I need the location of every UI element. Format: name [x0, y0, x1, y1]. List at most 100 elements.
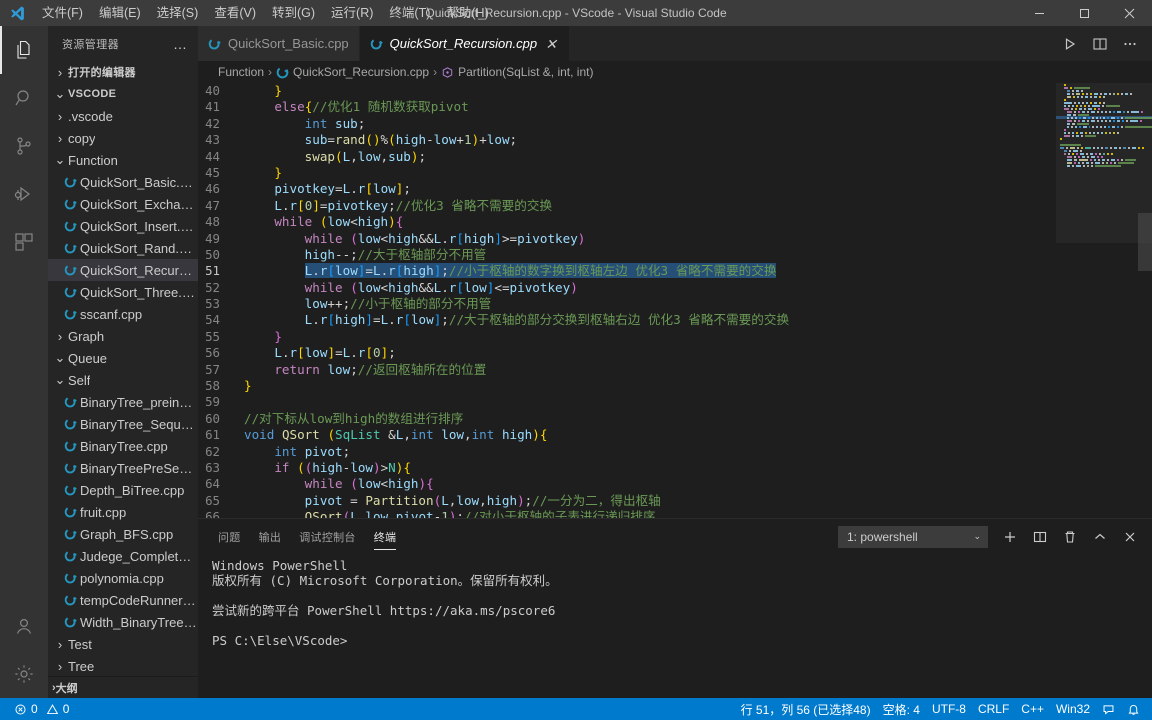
split-terminal-icon[interactable] [1026, 523, 1054, 551]
run-icon[interactable] [1056, 26, 1084, 61]
panel-actions[interactable]: 1: powershell ⌄ [838, 523, 1152, 551]
status-feedback[interactable] [1096, 698, 1121, 720]
tree-folder[interactable]: › copy [48, 127, 198, 149]
code-line[interactable]: 64 while (low<high){ [198, 476, 1056, 492]
window-controls[interactable] [1017, 0, 1152, 26]
code-line[interactable]: 46 pivotkey=L.r[low]; [198, 181, 1056, 197]
editor-tab[interactable]: QuickSort_Basic.cpp [198, 26, 360, 61]
activity-source-control[interactable] [0, 122, 48, 170]
activity-search[interactable] [0, 74, 48, 122]
activity-settings[interactable] [0, 650, 48, 698]
tree-file[interactable]: QuickSort_Three.cpp [48, 281, 198, 303]
code-line[interactable]: 40 } [198, 83, 1056, 99]
code-line[interactable]: 43 sub=rand()%(high-low+1)+low; [198, 132, 1056, 148]
tree-file[interactable]: QuickSort_Recursion... [48, 259, 198, 281]
close-button[interactable] [1107, 0, 1152, 26]
outline-section[interactable]: › 大纲 [48, 676, 198, 698]
status-eol[interactable]: CRLF [972, 698, 1015, 720]
code-line[interactable]: 55 } [198, 329, 1056, 345]
code-lines[interactable]: 40 } 41 else{//优化1 随机数获取pivot 42 int sub; 4… [198, 83, 1056, 518]
menu-go[interactable]: 转到(G) [264, 0, 323, 26]
code-line[interactable]: 58} [198, 378, 1056, 394]
tree-folder[interactable]: › Graph [48, 325, 198, 347]
tree-file[interactable]: BinaryTree_preinput.... [48, 391, 198, 413]
status-language-mode[interactable]: C++ [1015, 698, 1050, 720]
editor-scrollbar[interactable] [1138, 213, 1152, 271]
breadcrumb-item-symbol[interactable]: Partition(SqList &, int, int) [441, 65, 593, 79]
tree-file[interactable]: QuickSort_Basic.cpp [48, 171, 198, 193]
editor-tabs[interactable]: QuickSort_Basic.cpp QuickSort_Recursion.c… [198, 26, 571, 61]
panel-tabs[interactable]: 问题 输出 调试控制台 终端 [218, 519, 414, 554]
tree-file[interactable]: fruit.cpp [48, 501, 198, 523]
workspace-root-section[interactable]: ⌄ VSCODE [48, 83, 198, 105]
code-line[interactable]: 47 L.r[0]=pivotkey;//优化3 省略不需要的交换 [198, 198, 1056, 214]
activity-extensions[interactable] [0, 218, 48, 266]
activity-explorer[interactable] [0, 26, 48, 74]
menu-terminal[interactable]: 终端(T) [381, 0, 438, 26]
minimap[interactable] [1056, 83, 1152, 518]
menu-view[interactable]: 查看(V) [206, 0, 264, 26]
code-line[interactable]: 44 swap(L,low,sub); [198, 149, 1056, 165]
tree-folder[interactable]: › Test [48, 633, 198, 655]
activity-bar[interactable] [0, 26, 48, 698]
open-editors-section[interactable]: › 打开的编辑器 [48, 61, 198, 83]
breadcrumb-item-file[interactable]: QuickSort_Recursion.cpp [276, 65, 429, 79]
status-problems[interactable]: 0 0 [8, 698, 75, 720]
code-line[interactable]: 61 void QSort (SqList &L,int low,int high… [198, 427, 1056, 443]
terminal-select[interactable]: 1: powershell ⌄ [838, 525, 988, 548]
tree-folder[interactable]: ⌄ Function [48, 149, 198, 171]
code-line[interactable]: 52 while (low<high&&L.r[low]<=pivotkey) [198, 280, 1056, 296]
status-cursor-position[interactable]: 行 51，列 56 (已选择48) [735, 698, 877, 720]
tree-folder[interactable]: ⌄ Self [48, 369, 198, 391]
tree-file[interactable]: QuickSort_Exchange... [48, 193, 198, 215]
tree-file[interactable]: Depth_BiTree.cpp [48, 479, 198, 501]
menu-edit[interactable]: 编辑(E) [91, 0, 149, 26]
status-notifications[interactable] [1121, 698, 1146, 720]
editor-content[interactable]: 40 } 41 else{//优化1 随机数获取pivot 42 int sub; 4… [198, 83, 1152, 518]
code-line[interactable]: 48 while (low<high){ [198, 214, 1056, 230]
terminal-output[interactable]: Windows PowerShell 版权所有 (C) Microsoft Cor… [198, 554, 1152, 698]
menu-help[interactable]: 帮助(H) [438, 0, 496, 26]
tree-file[interactable]: Graph_BFS.cpp [48, 523, 198, 545]
maximize-button[interactable] [1062, 0, 1107, 26]
code-line[interactable]: 56 L.r[low]=L.r[0]; [198, 345, 1056, 361]
close-panel-icon[interactable] [1116, 523, 1144, 551]
breadcrumb[interactable]: Function › QuickSort_Recursion.cpp › Par… [198, 61, 1152, 83]
code-line[interactable]: 42 int sub; [198, 116, 1056, 132]
tree-file[interactable]: polynomia.cpp [48, 567, 198, 589]
code-line[interactable]: 49 while (low<high&&L.r[high]>=pivotkey) [198, 231, 1056, 247]
menu-file[interactable]: 文件(F) [34, 0, 91, 26]
panel-tab[interactable]: 调试控制台 [299, 519, 356, 554]
new-terminal-icon[interactable] [996, 523, 1024, 551]
activity-accounts[interactable] [0, 602, 48, 650]
code-line[interactable]: 62 int pivot; [198, 444, 1056, 460]
tree-file[interactable]: BinaryTree_Sequenc... [48, 413, 198, 435]
code-line[interactable]: 57 return low;//返回枢轴所在的位置 [198, 362, 1056, 378]
tree-file[interactable]: QuickSort_Rand.cpp [48, 237, 198, 259]
tree-folder[interactable]: ⌄ Queue [48, 347, 198, 369]
tree-file[interactable]: BinaryTreePreSeqInp... [48, 457, 198, 479]
file-tree[interactable]: › .vscode › copy ⌄ Function QuickSort_Basic.cp… [48, 105, 198, 676]
code-line[interactable]: 51 L.r[low]=L.r[high];//小于枢轴的数字换到枢轴左边 优化… [198, 263, 1056, 279]
activity-run-debug[interactable] [0, 170, 48, 218]
code-line[interactable]: 53 low++;//小于枢轴的部分不用管 [198, 296, 1056, 312]
status-indentation[interactable]: 空格: 4 [877, 698, 926, 720]
tree-file[interactable]: Width_BinaryTree.cpp [48, 611, 198, 633]
minimize-button[interactable] [1017, 0, 1062, 26]
close-icon[interactable]: ✕ [543, 37, 559, 51]
code-line[interactable]: 50 high--;//大于枢轴部分不用管 [198, 247, 1056, 263]
code-line[interactable]: 54 L.r[high]=L.r[low];//大于枢轴的部分交换到枢轴右边 优… [198, 312, 1056, 328]
breadcrumb-item-folder[interactable]: Function [218, 65, 264, 79]
menu-bar[interactable]: 文件(F) 编辑(E) 选择(S) 查看(V) 转到(G) 运行(R) 终端(T… [34, 0, 497, 26]
tree-folder[interactable]: › .vscode [48, 105, 198, 127]
code-line[interactable]: 41 else{//优化1 随机数获取pivot [198, 99, 1056, 115]
code-line[interactable]: 65 pivot = Partition(L,low,high);//一分为二，… [198, 493, 1056, 509]
panel-tab[interactable]: 问题 [218, 519, 241, 554]
more-actions-icon[interactable] [1116, 26, 1144, 61]
tree-file[interactable]: Judege_CompleteBiT... [48, 545, 198, 567]
tree-file[interactable]: QuickSort_Insert.cpp [48, 215, 198, 237]
panel-tab[interactable]: 终端 [373, 519, 397, 554]
kill-terminal-icon[interactable] [1056, 523, 1084, 551]
split-editor-icon[interactable] [1086, 26, 1114, 61]
tree-file[interactable]: tempCodeRunnerFil... [48, 589, 198, 611]
